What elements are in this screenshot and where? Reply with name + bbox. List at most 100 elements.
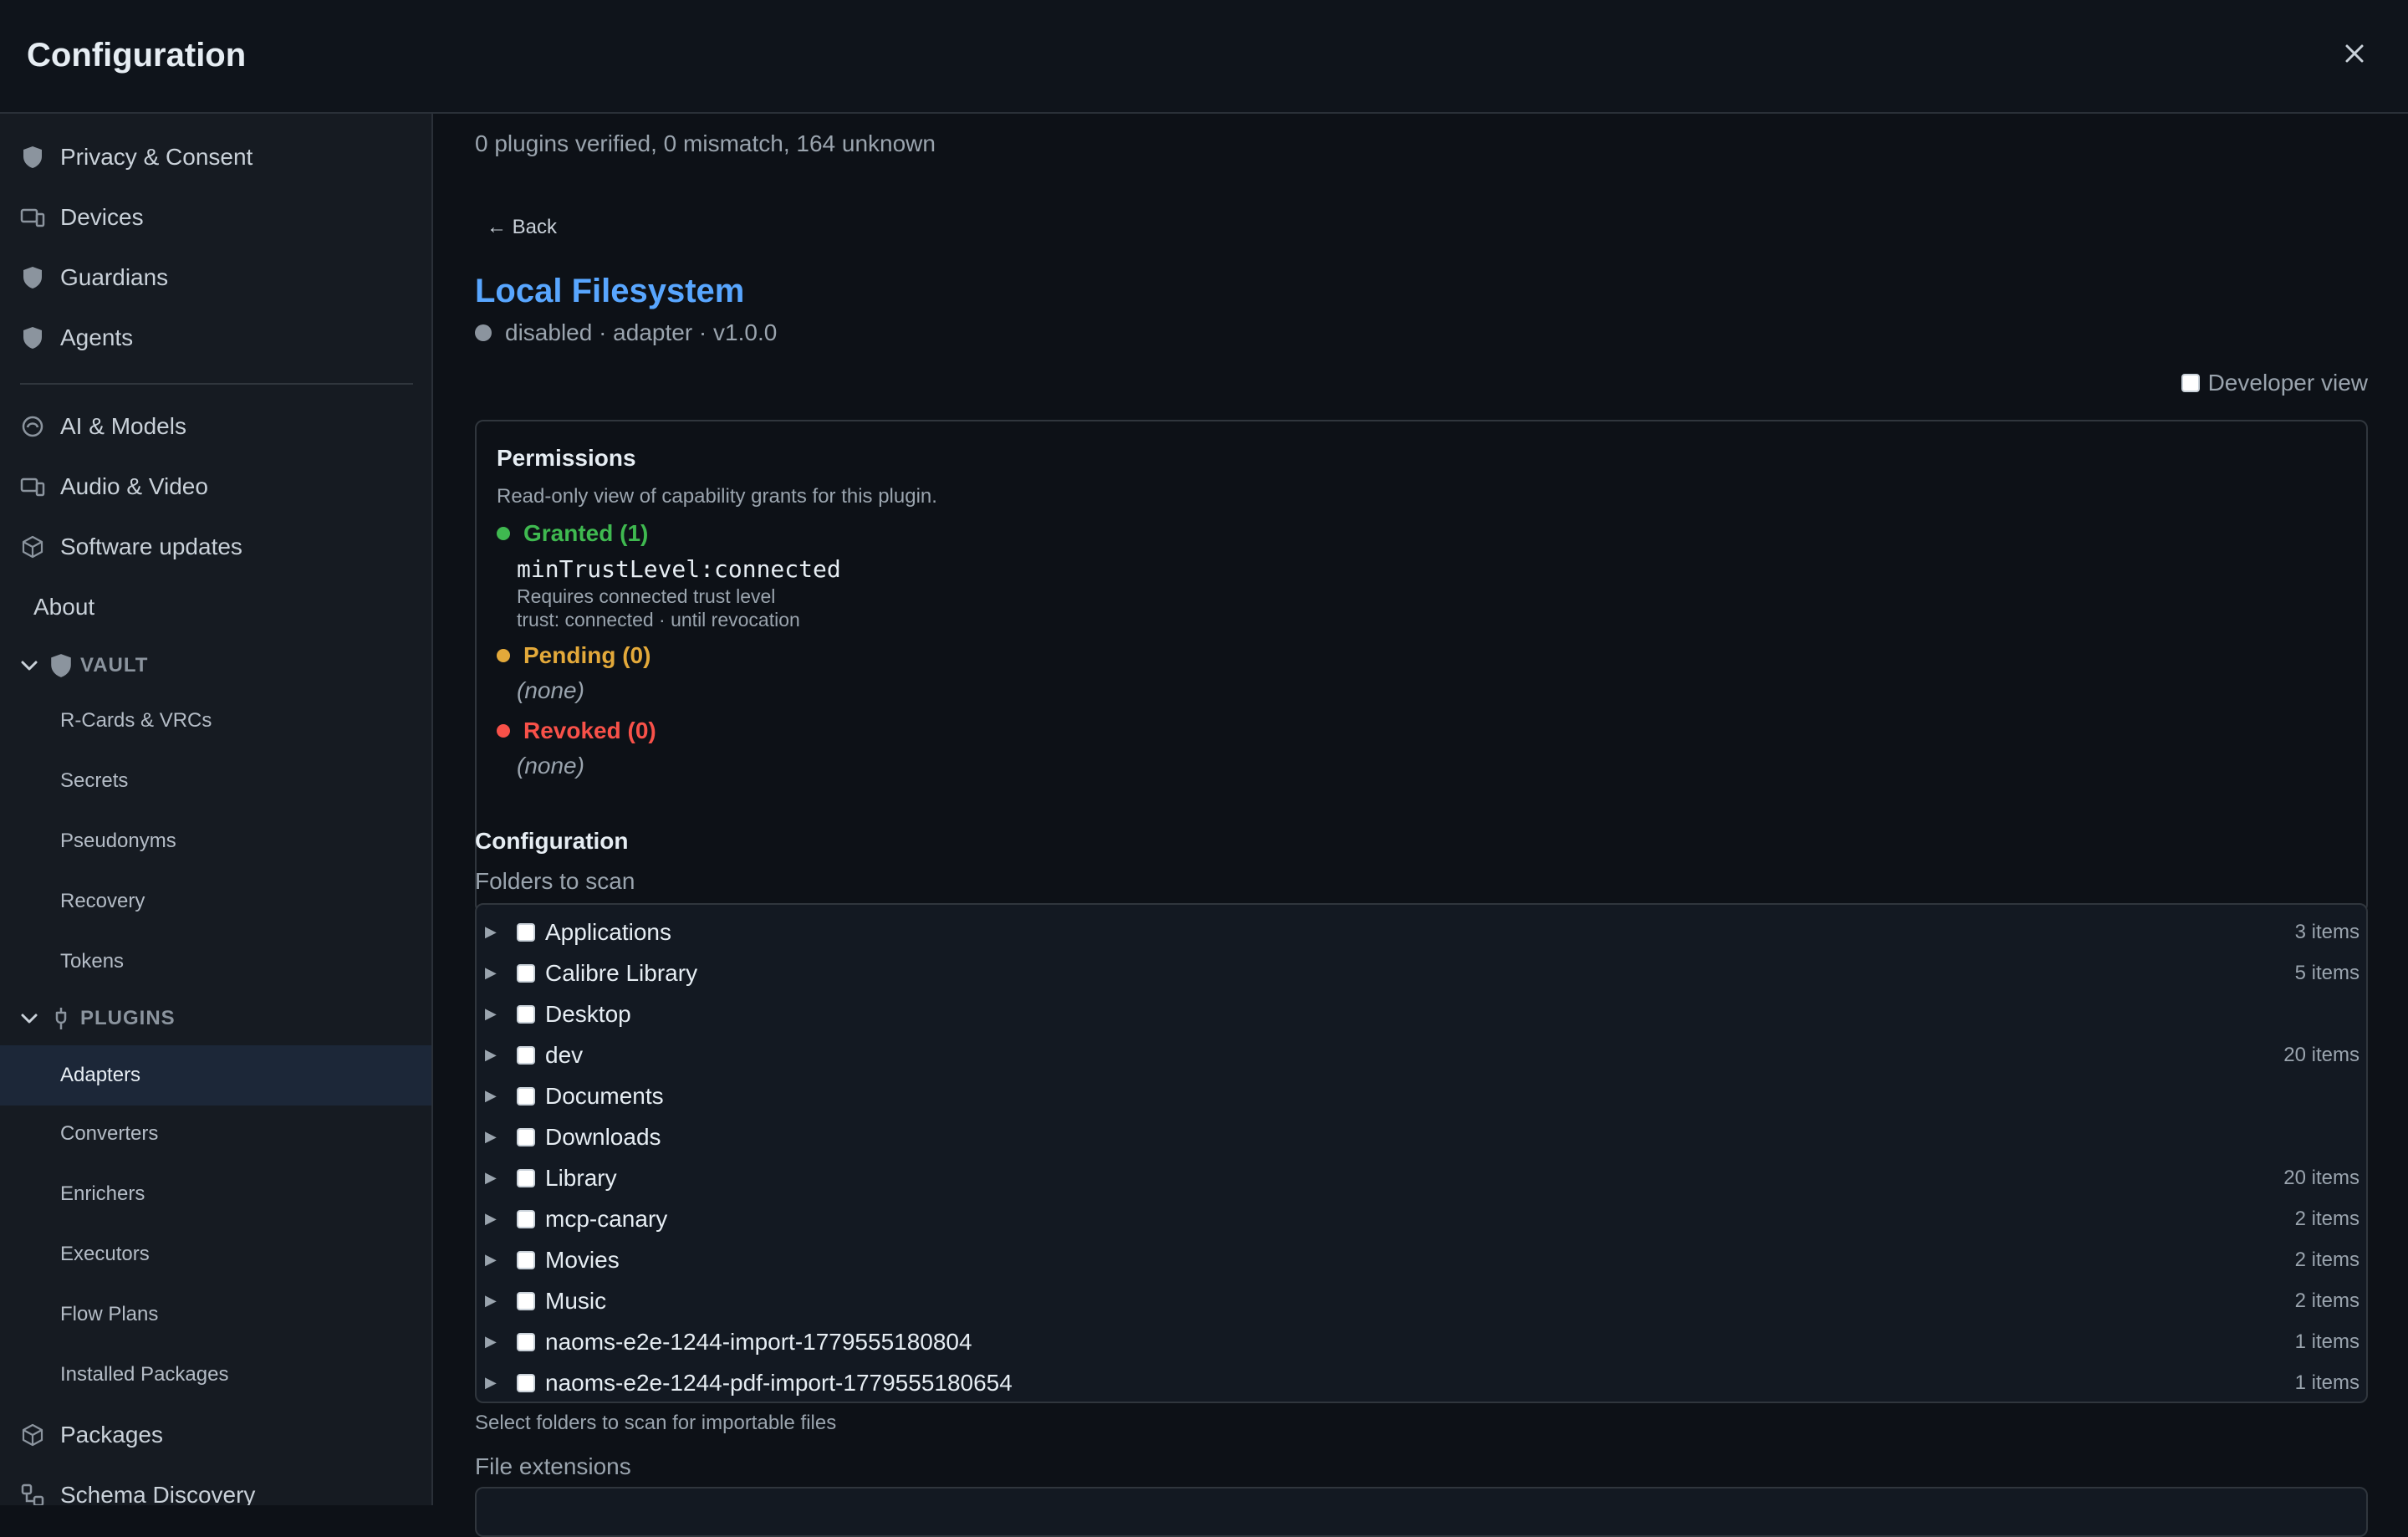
sidebar: Privacy & Consent Devices Guardians Agen… bbox=[0, 114, 433, 1505]
folder-row[interactable]: ▶ naoms-e2e-1244-pdf-import-177955518065… bbox=[477, 1362, 2366, 1402]
sidebar-item-label: Packages bbox=[60, 1422, 163, 1448]
folder-checkbox[interactable] bbox=[517, 1209, 535, 1228]
sidebar-item-enrichers[interactable]: Enrichers bbox=[0, 1167, 431, 1221]
sidebar-item-schema-discovery[interactable]: Schema Discovery bbox=[0, 1468, 431, 1505]
pending-label: Pending (0) bbox=[523, 642, 651, 668]
folder-checkbox[interactable] bbox=[517, 1168, 535, 1187]
folder-checkbox[interactable] bbox=[517, 1373, 535, 1392]
grant-name: minTrustLevel:connected bbox=[517, 555, 841, 583]
folder-checkbox[interactable] bbox=[517, 1291, 535, 1310]
sidebar-item-label: Tokens bbox=[60, 950, 125, 973]
sidebar-item-label: Flow Plans bbox=[60, 1303, 159, 1325]
sidebar-item-recovery[interactable]: Recovery bbox=[0, 875, 431, 928]
box-icon bbox=[20, 534, 45, 559]
folder-name: naoms-e2e-1244-import-1779555180804 bbox=[545, 1328, 972, 1355]
sidebar-item-flow-plans[interactable]: Flow Plans bbox=[0, 1288, 431, 1341]
folder-row[interactable]: ▶ Applications 3 items bbox=[477, 911, 2366, 952]
expand-triangle-icon[interactable]: ▶ bbox=[485, 923, 497, 941]
sidebar-item-packages[interactable]: Packages bbox=[0, 1408, 431, 1462]
devices-icon bbox=[20, 474, 45, 499]
sidebar-item-devices[interactable]: Devices bbox=[0, 191, 431, 244]
folder-row[interactable]: ▶ Calibre Library 5 items bbox=[477, 952, 2366, 993]
expand-triangle-icon[interactable]: ▶ bbox=[485, 1210, 497, 1228]
folder-row[interactable]: ▶ Library 20 items bbox=[477, 1157, 2366, 1198]
sidebar-item-privacy-consent[interactable]: Privacy & Consent bbox=[0, 130, 431, 184]
folder-row[interactable]: ▶ dev 20 items bbox=[477, 1034, 2366, 1075]
expand-triangle-icon[interactable]: ▶ bbox=[485, 1292, 497, 1310]
expand-triangle-icon[interactable]: ▶ bbox=[485, 1333, 497, 1351]
folder-row[interactable]: ▶ Downloads bbox=[477, 1116, 2366, 1157]
configuration-title: Configuration bbox=[475, 828, 629, 854]
pending-header: Pending (0) bbox=[497, 642, 650, 669]
sidebar-item-tokens[interactable]: Tokens bbox=[0, 935, 431, 988]
revoked-header: Revoked (0) bbox=[497, 717, 656, 744]
back-button[interactable]: ← Back bbox=[487, 216, 557, 239]
sidebar-item-label: Pseudonyms bbox=[60, 830, 176, 852]
verification-summary: 0 plugins verified, 0 mismatch, 164 unkn… bbox=[475, 130, 936, 156]
folder-row[interactable]: ▶ Music 2 items bbox=[477, 1280, 2366, 1321]
sidebar-item-label: Enrichers bbox=[60, 1182, 145, 1205]
sidebar-section-vault[interactable]: VAULT bbox=[0, 642, 431, 689]
expand-triangle-icon[interactable]: ▶ bbox=[485, 1169, 497, 1187]
file-extensions-label: File extensions bbox=[475, 1453, 631, 1479]
folder-name: Movies bbox=[545, 1246, 620, 1273]
permissions-title: Permissions bbox=[497, 445, 636, 471]
sidebar-item-adapters[interactable]: Adapters bbox=[0, 1045, 431, 1106]
folder-checkbox[interactable] bbox=[517, 922, 535, 942]
close-icon bbox=[2345, 44, 2364, 63]
sidebar-section-plugins[interactable]: PLUGINS bbox=[0, 995, 431, 1042]
expand-triangle-icon[interactable]: ▶ bbox=[485, 964, 497, 982]
folder-checkbox[interactable] bbox=[517, 1004, 535, 1024]
folder-count: 2 items bbox=[2294, 1248, 2360, 1271]
permissions-panel: Permissions Read-only view of capability… bbox=[475, 420, 2368, 913]
schema-icon bbox=[20, 1483, 45, 1505]
folder-checkbox[interactable] bbox=[517, 1086, 535, 1106]
expand-triangle-icon[interactable]: ▶ bbox=[485, 1046, 497, 1064]
page-title: Configuration bbox=[27, 37, 247, 74]
plug-icon bbox=[55, 1008, 67, 1029]
folder-checkbox[interactable] bbox=[517, 1045, 535, 1065]
sidebar-item-label: Converters bbox=[60, 1122, 159, 1145]
sidebar-divider bbox=[20, 383, 413, 385]
sidebar-item-software-updates[interactable]: Software updates bbox=[0, 520, 431, 574]
folder-row[interactable]: ▶ naoms-e2e-1244-import-1779555180804 1 … bbox=[477, 1321, 2366, 1362]
folder-checkbox[interactable] bbox=[517, 1127, 535, 1146]
sidebar-item-ai-models[interactable]: AI & Models bbox=[0, 400, 431, 453]
sidebar-item-label: Audio & Video bbox=[60, 473, 208, 499]
sidebar-item-label: Guardians bbox=[60, 264, 169, 290]
folder-checkbox[interactable] bbox=[517, 963, 535, 983]
pending-dot-icon bbox=[497, 649, 510, 662]
sidebar-item-label: Software updates bbox=[60, 534, 242, 559]
file-extensions-input[interactable] bbox=[475, 1487, 2368, 1537]
folder-row[interactable]: ▶ mcp-canary 2 items bbox=[477, 1198, 2366, 1239]
folder-name: Documents bbox=[545, 1082, 664, 1109]
folder-count: 5 items bbox=[2294, 961, 2360, 984]
sidebar-item-executors[interactable]: Executors bbox=[0, 1228, 431, 1281]
expand-triangle-icon[interactable]: ▶ bbox=[485, 1128, 497, 1146]
developer-view-checkbox[interactable] bbox=[2181, 374, 2200, 392]
folder-row[interactable]: ▶ Documents bbox=[477, 1075, 2366, 1116]
sidebar-item-secrets[interactable]: Secrets bbox=[0, 754, 431, 808]
expand-triangle-icon[interactable]: ▶ bbox=[485, 1005, 497, 1023]
folder-checkbox[interactable] bbox=[517, 1332, 535, 1351]
sidebar-section-label: VAULT bbox=[80, 654, 149, 677]
folder-checkbox[interactable] bbox=[517, 1250, 535, 1269]
folder-row[interactable]: ▶ Desktop bbox=[477, 993, 2366, 1034]
expand-triangle-icon[interactable]: ▶ bbox=[485, 1251, 497, 1269]
folder-row[interactable]: ▶ Movies 2 items bbox=[477, 1239, 2366, 1280]
sidebar-item-agents[interactable]: Agents bbox=[0, 311, 431, 365]
expand-triangle-icon[interactable]: ▶ bbox=[485, 1374, 497, 1391]
expand-triangle-icon[interactable]: ▶ bbox=[485, 1087, 497, 1105]
close-button[interactable] bbox=[2338, 37, 2371, 70]
sidebar-item-guardians[interactable]: Guardians bbox=[0, 251, 431, 304]
sidebar-item-r-cards[interactable]: R-Cards & VRCs bbox=[0, 694, 431, 748]
sidebar-item-installed-packages[interactable]: Installed Packages bbox=[0, 1348, 431, 1402]
sidebar-item-pseudonyms[interactable]: Pseudonyms bbox=[0, 814, 431, 868]
sidebar-item-converters[interactable]: Converters bbox=[0, 1107, 431, 1161]
developer-view-toggle[interactable]: Developer view bbox=[2181, 370, 2368, 396]
folder-name: naoms-e2e-1244-pdf-import-1779555180654 bbox=[545, 1369, 1013, 1396]
sidebar-section-label: PLUGINS bbox=[80, 1007, 176, 1029]
permissions-subtitle: Read-only view of capability grants for … bbox=[497, 485, 937, 508]
sidebar-item-about[interactable]: About bbox=[0, 580, 431, 634]
sidebar-item-audio-video[interactable]: Audio & Video bbox=[0, 460, 431, 513]
